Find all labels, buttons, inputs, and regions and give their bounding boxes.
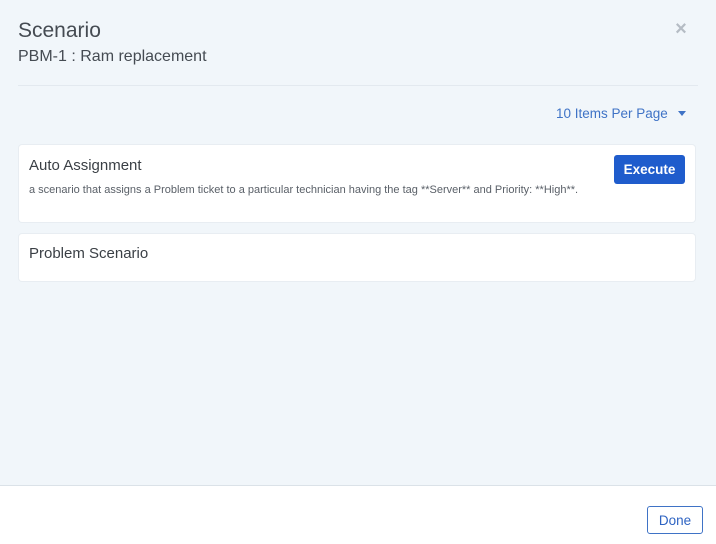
modal-subtitle: PBM-1 : Ram replacement	[18, 48, 207, 65]
scenario-card: Auto Assignment a scenario that assigns …	[19, 145, 695, 222]
close-icon[interactable]: ×	[672, 19, 690, 39]
items-per-page-label: 10 Items Per Page	[556, 106, 668, 121]
execute-button[interactable]: Execute	[614, 155, 685, 184]
scenario-card: Problem Scenario	[19, 234, 695, 281]
caret-down-icon	[677, 110, 686, 116]
modal-footer: Done	[0, 485, 716, 544]
items-per-page-dropdown[interactable]: 10 Items Per Page	[556, 106, 686, 124]
scenario-title: Problem Scenario	[29, 245, 149, 262]
header-divider	[18, 85, 698, 86]
scenario-title: Auto Assignment	[29, 157, 142, 174]
modal-title: Scenario	[18, 19, 101, 42]
modal-header: Scenario PBM-1 : Ram replacement	[18, 18, 698, 68]
scenario-description: a scenario that assigns a Problem ticket…	[29, 184, 579, 196]
done-button[interactable]: Done	[647, 506, 703, 534]
scenario-modal: Scenario PBM-1 : Ram replacement × 10 It…	[0, 0, 716, 544]
